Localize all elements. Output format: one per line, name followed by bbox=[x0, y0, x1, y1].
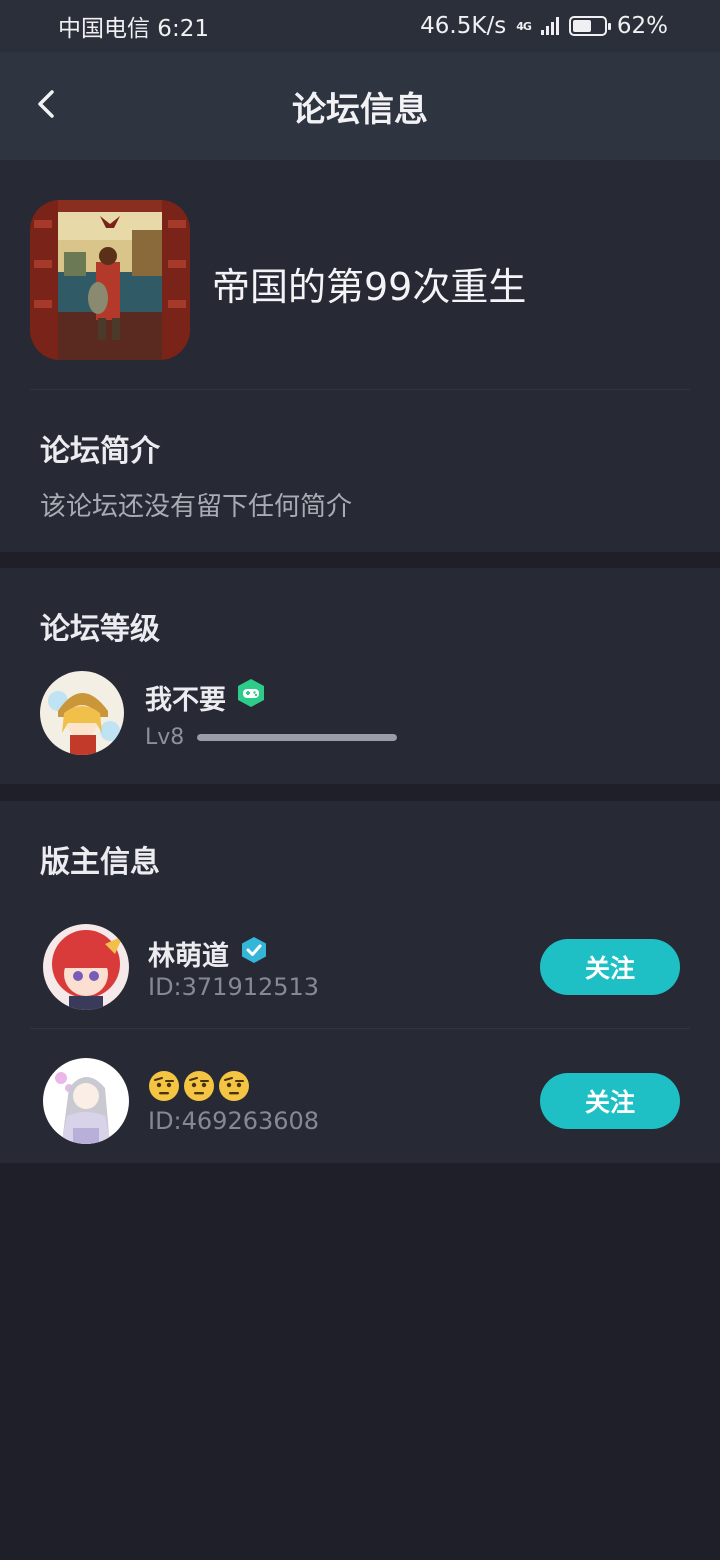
net-speed: 46.5K/s bbox=[420, 13, 507, 39]
avatar[interactable] bbox=[40, 671, 124, 755]
level-user-name: 我不要 bbox=[145, 685, 226, 716]
divider bbox=[30, 389, 690, 390]
raised-eyebrow-face-icon bbox=[184, 1071, 214, 1101]
chevron-left-icon[interactable] bbox=[28, 84, 68, 124]
battery-percent: 62% bbox=[616, 13, 668, 39]
forum-name: 帝国的第99次重生 bbox=[212, 265, 527, 309]
moderator-name: 林萌道 bbox=[148, 941, 229, 972]
forum-icon-image bbox=[30, 200, 190, 360]
divider bbox=[30, 1028, 690, 1029]
raised-eyebrow-face-icon bbox=[219, 1071, 249, 1101]
network-type-icon: 4G bbox=[516, 19, 532, 33]
moderator-id: ID:371912513 bbox=[148, 973, 320, 1001]
status-indicators: 46.5K/s 4G 62% bbox=[420, 13, 668, 39]
intro-text: 该论坛还没有留下任何简介 bbox=[40, 492, 353, 522]
verified-icon bbox=[242, 937, 266, 963]
moderator-name-emoji bbox=[148, 1070, 250, 1102]
level-label: Lv8 bbox=[145, 725, 185, 750]
moderator-avatar[interactable] bbox=[43, 1058, 129, 1144]
follow-button[interactable]: 关注 bbox=[540, 1073, 680, 1129]
page-title: 论坛信息 bbox=[292, 89, 428, 130]
signal-icon bbox=[540, 17, 559, 35]
follow-button[interactable]: 关注 bbox=[540, 939, 680, 995]
top-app-bar: 论坛信息 bbox=[0, 52, 720, 160]
moderator-id: ID:469263608 bbox=[148, 1107, 320, 1135]
raised-eyebrow-face-icon bbox=[149, 1071, 179, 1101]
game-controller-icon bbox=[238, 679, 264, 707]
battery-icon bbox=[568, 16, 611, 36]
forum-level-card bbox=[0, 568, 720, 784]
carrier-time: 中国电信 6:21 bbox=[58, 16, 209, 42]
moderator-avatar[interactable] bbox=[43, 924, 129, 1010]
battery-fill bbox=[572, 20, 592, 32]
intro-section-title: 论坛简介 bbox=[40, 434, 160, 469]
level-progress-bar bbox=[197, 734, 397, 741]
level-section-title: 论坛等级 bbox=[40, 612, 160, 647]
moderators-section-title: 版主信息 bbox=[40, 845, 160, 880]
level-progress-fill bbox=[197, 734, 397, 741]
status-bar: 中国电信 6:21 46.5K/s 4G 62% bbox=[0, 0, 720, 52]
